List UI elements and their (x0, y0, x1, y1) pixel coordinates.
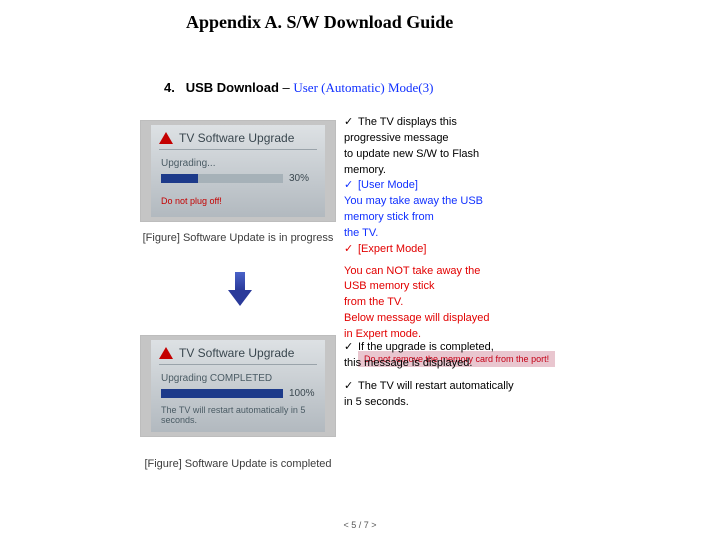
progress-fill (161, 174, 198, 183)
note-text: in 5 seconds. (344, 395, 604, 410)
figure2-header: TV Software Upgrade (179, 346, 294, 360)
figure1-caption: [Figure] Software Update is in progress (128, 232, 348, 244)
note-text: the TV. (344, 226, 624, 241)
check-icon: ✓ (344, 242, 358, 257)
section-number: 4. (164, 80, 175, 95)
note-text: this message is displayed. (344, 356, 604, 371)
check-icon: ✓ (344, 178, 358, 193)
note-text: The TV will restart automatically (358, 379, 514, 394)
notes-block-2: ✓If the upgrade is completed, this messa… (344, 340, 604, 412)
expert-mode-label: [Expert Mode] (358, 242, 426, 257)
figure1-warning: Do not plug off! (161, 196, 315, 206)
note-text: memory. (344, 163, 624, 178)
note-text: If the upgrade is completed, (358, 340, 494, 355)
warning-icon (159, 132, 173, 144)
figure2-header-row: TV Software Upgrade (151, 340, 325, 364)
figure2-body: Upgrading COMPLETED 100% The TV will res… (151, 365, 325, 429)
figure2-status: Upgrading COMPLETED (161, 373, 315, 384)
figure1-header-row: TV Software Upgrade (151, 125, 325, 149)
figure2-subtext: The TV will restart automatically in 5 s… (161, 405, 315, 425)
note-text: Below message will displayed (344, 311, 624, 326)
check-icon: ✓ (344, 115, 358, 130)
section-title-blue: User (Automatic) Mode(3) (293, 80, 433, 95)
check-icon: ✓ (344, 340, 358, 355)
user-mode-label: [User Mode] (358, 178, 418, 193)
progress-fill (161, 389, 283, 398)
progress-percent: 30% (289, 173, 315, 184)
note-text: The TV displays this (358, 115, 457, 130)
note-text: memory stick from (344, 210, 624, 225)
note-text: You can NOT take away the (344, 264, 624, 279)
note-text: to update new S/W to Flash (344, 147, 624, 162)
figure-inner: TV Software Upgrade Upgrading COMPLETED … (151, 340, 325, 432)
note-text: from the TV. (344, 295, 624, 310)
notes-block-1: ✓The TV displays this progressive messag… (344, 115, 624, 367)
figure2-caption: [Figure] Software Update is completed (128, 458, 348, 470)
check-icon: ✓ (344, 379, 358, 394)
figure-progress: TV Software Upgrade Upgrading... 30% Do … (140, 120, 336, 222)
progress-bar (161, 389, 283, 398)
figure1-body: Upgrading... 30% Do not plug off! (151, 150, 325, 210)
page-number: < 5 / 7 > (0, 520, 720, 530)
progress-bar (161, 174, 283, 183)
appendix-title: Appendix A. S/W Download Guide (186, 12, 453, 33)
note-text: You may take away the USB (344, 194, 624, 209)
figure-completed: TV Software Upgrade Upgrading COMPLETED … (140, 335, 336, 437)
section-dash: – (283, 80, 294, 95)
figure1-status: Upgrading... (161, 158, 315, 169)
section-title-black: USB Download (186, 80, 279, 95)
note-text: progressive message (344, 131, 624, 146)
warning-icon (159, 347, 173, 359)
progress-row: 100% (161, 388, 315, 399)
figure1-header: TV Software Upgrade (179, 131, 294, 145)
section-heading: 4. USB Download – User (Automatic) Mode(… (164, 80, 433, 96)
figure-inner: TV Software Upgrade Upgrading... 30% Do … (151, 125, 325, 217)
progress-row: 30% (161, 173, 315, 184)
down-arrow-icon (230, 272, 250, 306)
progress-percent: 100% (289, 388, 315, 399)
note-text: USB memory stick (344, 279, 624, 294)
